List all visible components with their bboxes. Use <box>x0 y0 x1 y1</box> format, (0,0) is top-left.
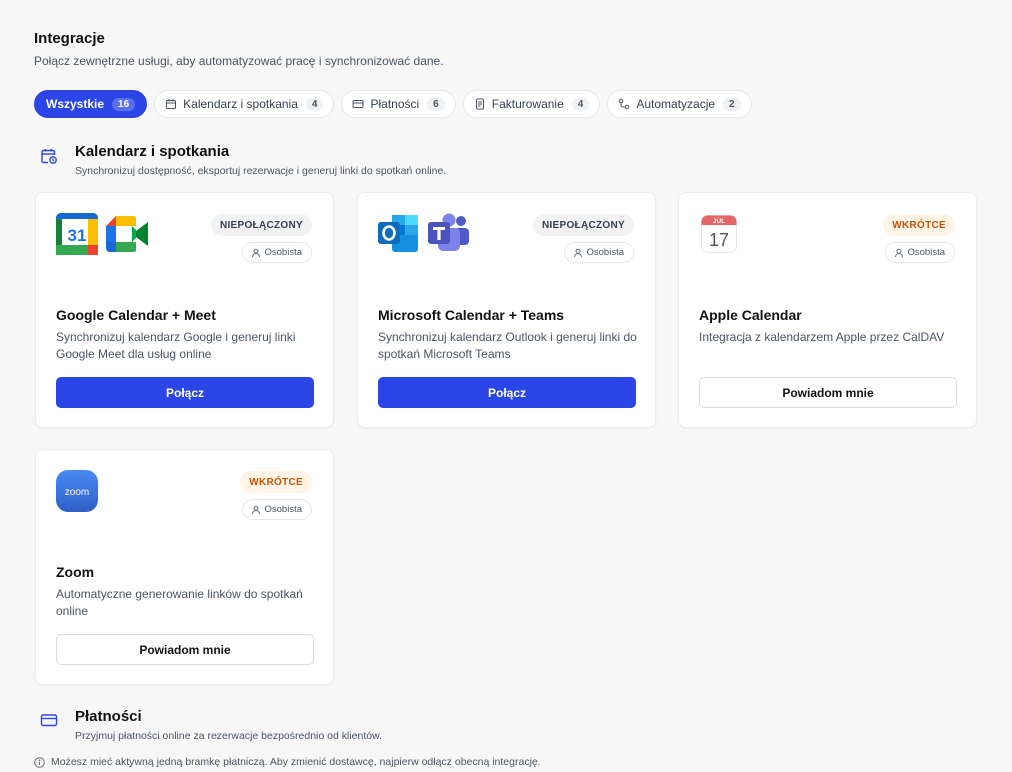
workflow-icon <box>619 98 630 110</box>
tab-count: 6 <box>427 97 445 111</box>
integration-card-apple: JUL 17 WKRÓTCE Osobista Apple Calendar I… <box>678 192 977 428</box>
tab-label: Fakturowanie <box>491 97 564 111</box>
section-title: Kalendarz i spotkania <box>75 143 230 160</box>
page-title: Integracje <box>34 30 105 47</box>
status-badge: WKRÓTCE <box>883 214 955 236</box>
apple-calendar-logo: JUL 17 <box>701 215 737 253</box>
card-logos <box>378 213 470 253</box>
section-description: Przyjmuj płatności online za rezerwacje … <box>75 730 382 742</box>
scope-tag: Osobista <box>241 242 312 263</box>
tab-calendar[interactable]: Kalendarz i spotkania 4 <box>154 90 335 118</box>
integrations-page: Integracje Połącz zewnętrzne usługi, aby… <box>0 0 1012 772</box>
notify-me-button[interactable]: Powiadom mnie <box>56 634 314 665</box>
user-icon <box>573 248 582 257</box>
card-title: Google Calendar + Meet <box>56 307 216 323</box>
connect-button[interactable]: Połącz <box>56 377 314 408</box>
status-badge: NIEPOŁĄCZONY <box>532 214 634 236</box>
tab-label: Wszystkie <box>46 97 105 111</box>
category-tabs: Wszystkie 16 Kalendarz i spotkania 4 Pła… <box>34 90 752 118</box>
tab-count: 16 <box>112 97 136 111</box>
section-payments: Płatności Przyjmuj płatności online za r… <box>34 708 634 744</box>
notice-text: Możesz mieć aktywną jedną bramkę płatnic… <box>51 756 541 768</box>
card-title: Apple Calendar <box>699 307 802 323</box>
calendar-icon <box>166 99 177 109</box>
tab-all[interactable]: Wszystkie 16 <box>34 90 148 118</box>
calendar-clock-icon <box>41 149 57 164</box>
logo-wordmark: zoom <box>65 487 89 498</box>
credit-card-icon <box>352 100 364 108</box>
card-description: Automatyczne generowanie linków do spotk… <box>56 587 303 618</box>
integration-card-zoom: zoom WKRÓTCE Osobista Zoom Automatyczne … <box>35 449 334 685</box>
zoom-logo: zoom <box>56 470 98 512</box>
card-logos: JUL 17 <box>701 215 737 253</box>
google-meet-logo <box>106 216 148 252</box>
tab-automations[interactable]: Automatyzacje 2 <box>607 90 752 118</box>
integration-card-google: 31 NIEPOŁĄCZONY Osobista Google Calendar… <box>35 192 334 428</box>
page-subtitle: Połącz zewnętrzne usługi, aby automatyzo… <box>34 54 444 68</box>
user-icon <box>251 505 260 514</box>
receipt-icon <box>475 98 484 110</box>
scope-tag: Osobista <box>884 242 955 263</box>
scope-label: Osobista <box>264 504 303 515</box>
card-logos: 31 <box>56 213 148 255</box>
section-description: Synchronizuj dostępność, eksportuj rezer… <box>75 165 447 177</box>
tab-count: 4 <box>305 97 324 111</box>
connect-button[interactable]: Połącz <box>378 377 636 408</box>
scope-label: Osobista <box>586 247 625 258</box>
notify-me-button[interactable]: Powiadom mnie <box>699 377 957 408</box>
card-description: Synchronizuj kalendarz Google i generuj … <box>56 330 296 361</box>
tab-label: Kalendarz i spotkania <box>183 97 298 111</box>
section-calendar: Kalendarz i spotkania Synchronizuj dostę… <box>34 143 634 179</box>
payment-gateway-notice: Możesz mieć aktywną jedną bramkę płatnic… <box>34 756 541 768</box>
outlook-logo <box>378 215 418 252</box>
integration-card-microsoft: NIEPOŁĄCZONY Osobista Microsoft Calendar… <box>357 192 656 428</box>
status-badge: NIEPOŁĄCZONY <box>210 214 312 236</box>
card-logos: zoom <box>56 470 98 512</box>
tab-payments[interactable]: Płatności 6 <box>341 90 456 118</box>
tab-label: Automatyzacje <box>636 97 716 111</box>
card-title: Microsoft Calendar + Teams <box>378 307 565 323</box>
credit-card-icon <box>40 714 58 727</box>
logo-day-text: 17 <box>709 230 729 250</box>
user-icon <box>894 248 903 257</box>
card-description: Synchronizuj kalendarz Outlook i generuj… <box>378 330 637 361</box>
scope-label: Osobista <box>907 247 946 258</box>
info-icon <box>34 756 45 768</box>
status-badge: WKRÓTCE <box>240 471 312 493</box>
card-title: Zoom <box>56 564 95 580</box>
card-description: Integracja z kalendarzem Apple przez Cal… <box>699 330 945 344</box>
scope-tag: Osobista <box>241 499 312 520</box>
section-title: Płatności <box>75 708 142 725</box>
logo-month-text: JUL <box>713 218 725 225</box>
tab-label: Płatności <box>370 97 420 111</box>
scope-label: Osobista <box>264 247 303 258</box>
google-calendar-logo: 31 <box>56 213 98 255</box>
logo-day-text: 31 <box>68 226 87 245</box>
tab-invoicing[interactable]: Fakturowanie 4 <box>462 90 601 118</box>
user-icon <box>251 248 260 257</box>
scope-tag: Osobista <box>563 242 634 263</box>
tab-count: 4 <box>571 97 590 111</box>
tab-count: 2 <box>723 97 741 111</box>
teams-logo <box>428 213 469 251</box>
